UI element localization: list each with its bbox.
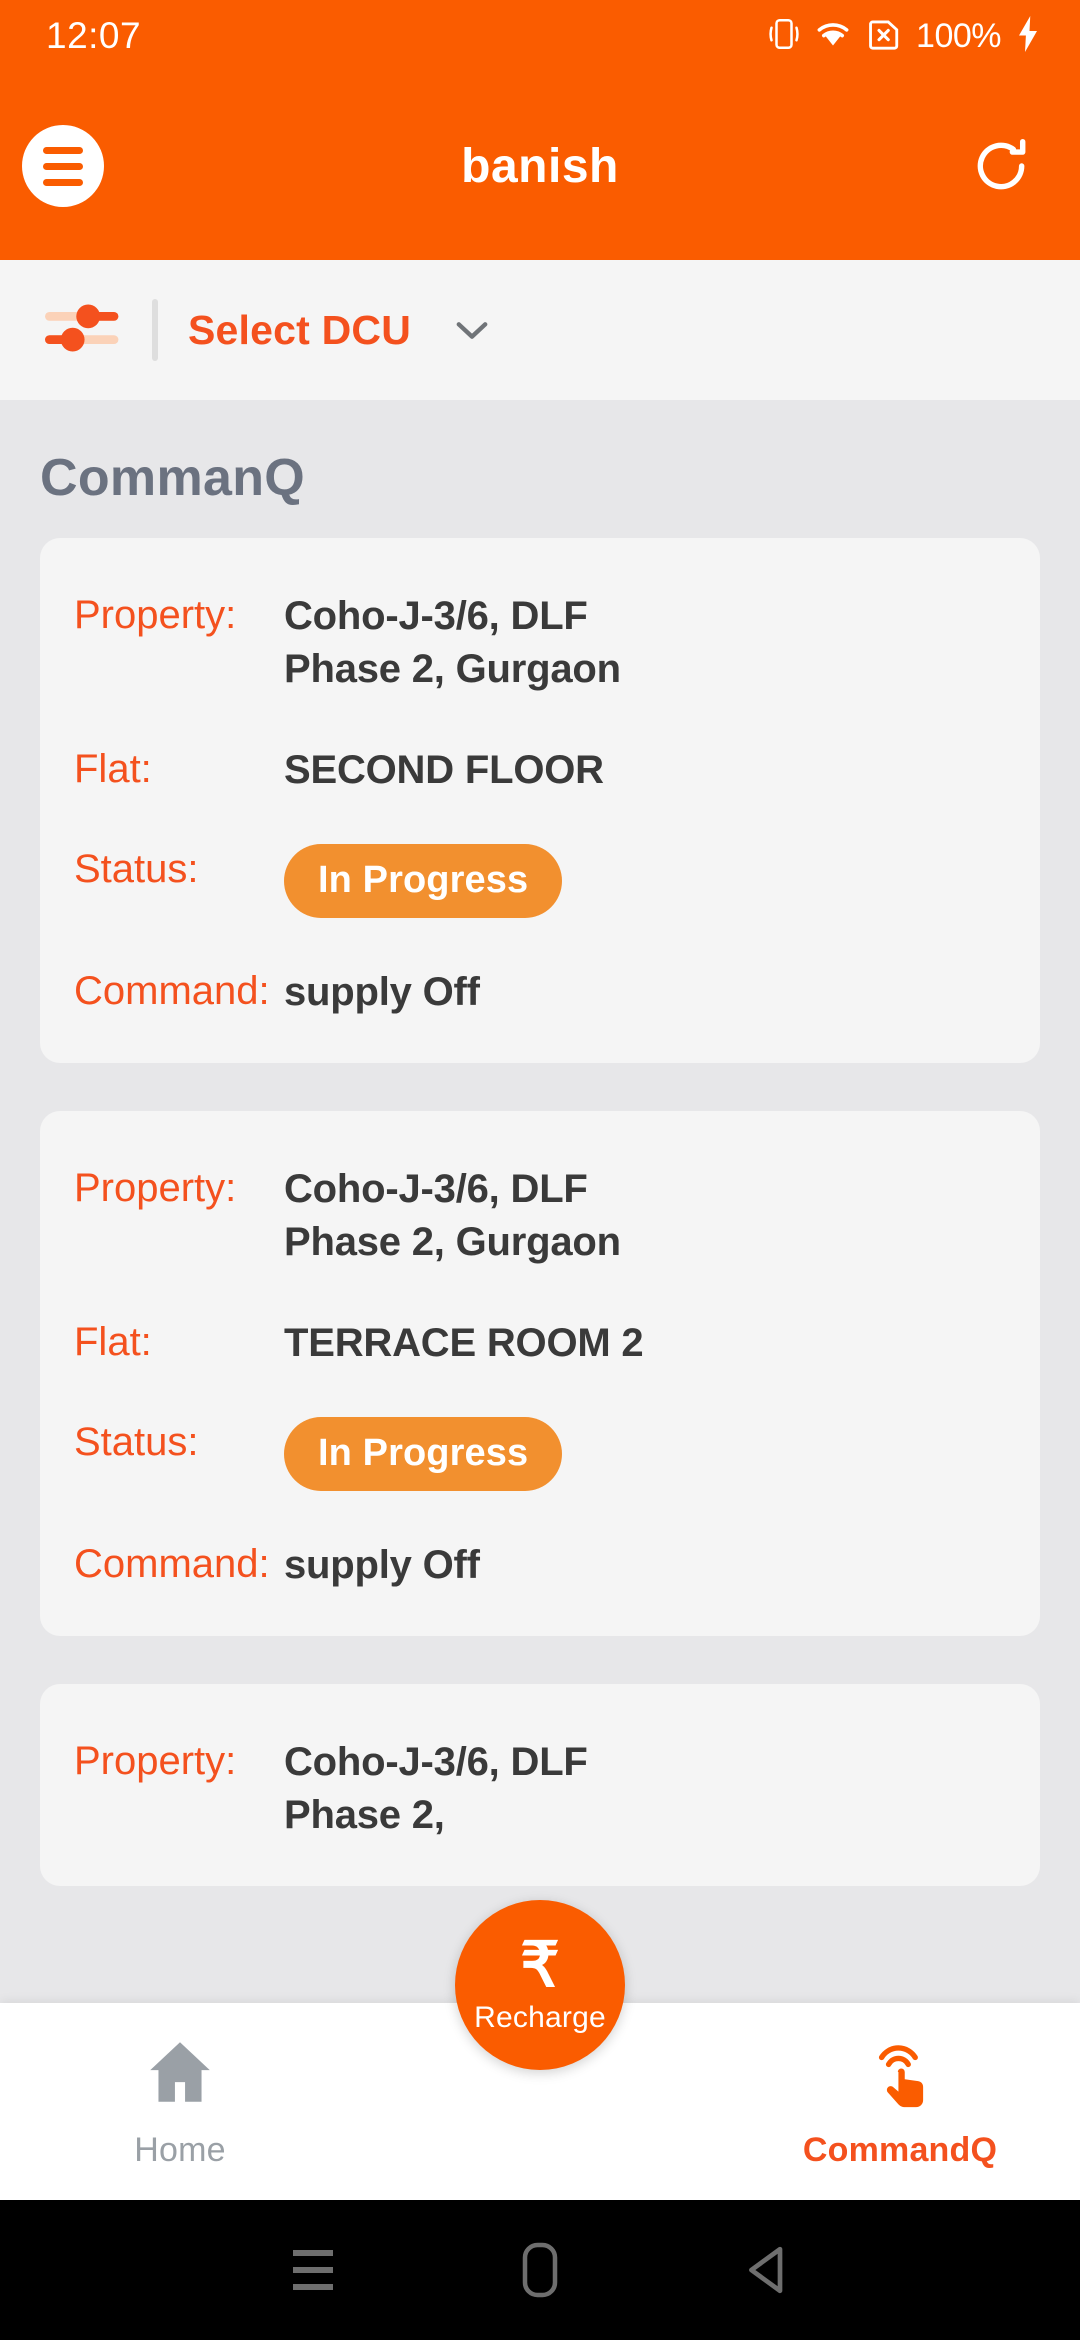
wifi-icon [814,18,852,55]
flat-value: TERRACE ROOM 2 [284,1320,644,1365]
command-value: supply Off [284,970,480,1015]
property-row: Property: Coho-J-3/6, DLF Phase 2, Gurga… [40,590,1040,696]
section-title: CommanQ [40,449,306,507]
chevron-down-icon[interactable] [455,318,489,342]
status-badge: In Progress [284,844,563,919]
command-row: Command: supply Off [40,1539,1040,1592]
recharge-fab-button[interactable]: ₹ Recharge [455,1900,625,2070]
command-row: Command: supply Off [40,966,1040,1019]
dcu-filter-bar: Select DCU [0,260,1080,400]
command-card[interactable]: Property: Coho-J-3/6, DLF Phase 2, Gurga… [40,538,1040,1063]
divider [152,299,158,361]
status-label: Status: [74,1420,199,1465]
property-label: Property: [74,1165,237,1210]
status-icons: 100% [769,15,1040,57]
nav-item-commandq[interactable]: CommandQ [720,2034,1080,2170]
command-value: supply Off [284,1543,480,1588]
status-time: 12:07 [46,15,142,56]
status-bar: 12:07 100% [0,0,1080,72]
status-row: Status: In Progress [40,844,1040,919]
property-label: Property: [74,593,237,637]
property-value: Coho-J-3/6, DLF Phase 2, [284,1739,588,1837]
page-title: banish [461,139,619,193]
status-badge: In Progress [284,1417,563,1492]
flat-row: Flat: TERRACE ROOM 2 [40,1317,1040,1370]
app-bar: banish [0,72,1080,260]
property-row: Property: Coho-J-3/6, DLF Phase 2, Gurga… [40,1163,1040,1269]
nav-label-home: Home [134,2130,226,2169]
vibrate-icon [769,17,799,56]
flat-label: Flat: [74,1319,152,1364]
battery-percent: 100% [916,16,1001,55]
charging-bolt-icon [1016,15,1040,57]
status-row: Status: In Progress [40,1417,1040,1492]
recharge-label: Recharge [474,2001,606,2034]
home-pill-icon[interactable] [495,2225,585,2315]
hamburger-menu-icon[interactable] [22,125,104,207]
tap-touch-icon [864,2034,936,2115]
no-sim-icon [867,17,901,56]
command-card[interactable]: Property: Coho-J-3/6, DLF Phase 2, Gurga… [40,1110,1040,1636]
nav-label-commandq: CommandQ [802,2130,998,2169]
command-label: Command: [74,1542,270,1587]
rupee-icon: ₹ [520,1931,560,2000]
refresh-icon[interactable] [966,131,1036,201]
home-icon [141,2034,219,2115]
flat-value: SECOND FLOOR [284,747,604,792]
select-dcu-label[interactable]: Select DCU [188,307,411,354]
command-card[interactable]: Property: Coho-J-3/6, DLF Phase 2, [40,1683,1040,1886]
recents-icon[interactable] [268,2225,358,2315]
android-system-nav [0,2200,1080,2340]
property-row: Property: Coho-J-3/6, DLF Phase 2, [40,1736,1040,1842]
status-label: Status: [74,847,199,892]
property-label: Property: [74,1738,237,1783]
command-label: Command: [74,969,270,1014]
nav-item-home[interactable]: Home [0,2034,360,2170]
flat-row: Flat: SECOND FLOOR [40,744,1040,797]
flat-label: Flat: [74,746,152,791]
property-value: Coho-J-3/6, DLF Phase 2, Gurgaon [284,594,621,691]
content-area[interactable]: CommanQ Property: Coho-J-3/6, DLF Phase … [0,400,1080,2103]
sliders-filter-icon[interactable] [44,297,122,364]
back-triangle-icon[interactable] [722,2225,812,2315]
property-value: Coho-J-3/6, DLF Phase 2, Gurgaon [284,1166,621,1264]
